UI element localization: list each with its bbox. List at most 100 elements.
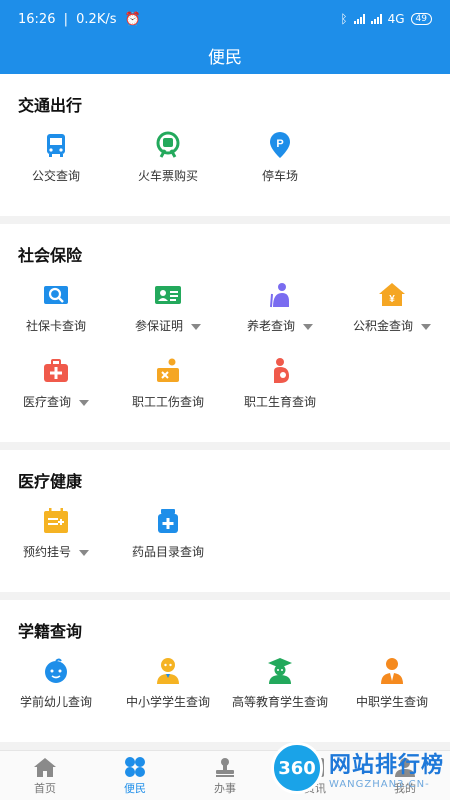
- chevron-down-icon[interactable]: [79, 400, 89, 406]
- service-label: 药品目录查询: [131, 545, 204, 559]
- watermark: 360 网站排行榜 WANGZHAN3.CN-: [270, 742, 444, 794]
- signal-icon-2: [370, 14, 382, 24]
- house-yuan-icon: ¥: [377, 280, 407, 310]
- service-label: 医疗查询: [22, 395, 71, 409]
- content-scroll[interactable]: 交通出行公交查询 火车票购买 P 停车场社会保险社保卡查询 参保证明 养老查询 ¥ 公积金查询…: [0, 74, 450, 750]
- service-label: 职工工伤查询: [131, 395, 204, 409]
- service-item[interactable]: 参保证明: [112, 280, 224, 356]
- service-item[interactable]: 药品目录查询: [112, 506, 224, 582]
- service-label-wrap: 养老查询: [247, 318, 313, 335]
- home-icon: [33, 756, 57, 778]
- chevron-down-icon[interactable]: [191, 324, 201, 330]
- service-label-wrap: 高等教育学生查询: [230, 694, 330, 711]
- service-label-wrap: 医疗查询: [23, 394, 89, 411]
- status-speed: 0.2K/s: [76, 11, 117, 27]
- battery-icon: 49: [410, 13, 432, 25]
- service-label-wrap: 停车场: [262, 168, 298, 185]
- service-label-wrap: 职工工伤查询: [132, 394, 204, 411]
- injury-icon: [153, 356, 183, 386]
- tab-2[interactable]: 办事: [180, 751, 270, 800]
- service-label: 养老查询: [246, 319, 295, 333]
- service-label: 参保证明: [134, 319, 183, 333]
- service-label: 职工生育查询: [243, 395, 316, 409]
- service-item[interactable]: 养老查询: [224, 280, 336, 356]
- service-item[interactable]: P 停车场: [224, 130, 336, 206]
- service-label: 社保卡查询: [25, 319, 86, 333]
- baby-icon: [41, 656, 71, 686]
- medicine-icon: [153, 506, 183, 536]
- service-label: 公交查询: [31, 169, 80, 183]
- section-title: 社会保险: [18, 246, 83, 265]
- section-title: 交通出行: [18, 96, 83, 115]
- watermark-logo: 360: [270, 742, 323, 794]
- watermark-sub: WANGZHAN3.CN-: [328, 778, 430, 790]
- svg-text:P: P: [276, 138, 283, 150]
- stamp-icon: [213, 756, 237, 778]
- section-3: 学籍查询学前幼儿查询 中小学学生查询 高等教育学生查询 中职学生查询: [0, 600, 450, 742]
- card-search-icon: [41, 280, 71, 310]
- alarm-icon: ⏰: [124, 11, 141, 27]
- service-label-wrap: 中职学生查询: [356, 694, 428, 711]
- chevron-down-icon[interactable]: [421, 324, 431, 330]
- train-icon: [153, 130, 183, 160]
- bluetooth-icon: ᛒ: [340, 12, 348, 26]
- svg-text:¥: ¥: [389, 294, 395, 305]
- elderly-icon: [265, 280, 295, 310]
- section-title: 医疗健康: [18, 472, 83, 491]
- service-label-wrap: 学前幼儿查询: [20, 694, 92, 711]
- network-type: 4G: [387, 12, 405, 26]
- service-label-wrap: 公积金查询: [353, 318, 431, 335]
- service-label: 学前幼儿查询: [19, 695, 92, 709]
- service-item[interactable]: 中小学学生查询: [112, 656, 224, 732]
- service-item[interactable]: 职工工伤查询: [112, 356, 224, 432]
- service-item[interactable]: 学前幼儿查询: [0, 656, 112, 732]
- service-grid: 预约挂号 药品目录查询: [0, 506, 450, 582]
- service-label-wrap: 中小学学生查询: [126, 694, 210, 711]
- app-header: 16:26 | 0.2K/s ⏰ ᛒ 4G 49 便民: [0, 0, 450, 74]
- service-item[interactable]: 医疗查询: [0, 356, 112, 432]
- service-label-wrap: 火车票购买: [138, 168, 198, 185]
- service-label: 公积金查询: [352, 319, 413, 333]
- service-label-wrap: 参保证明: [135, 318, 201, 335]
- service-label: 停车场: [261, 169, 298, 183]
- service-item[interactable]: 火车票购买: [112, 130, 224, 206]
- maternity-icon: [265, 356, 295, 386]
- service-label-wrap: 社保卡查询: [26, 318, 86, 335]
- section-2: 医疗健康预约挂号 药品目录查询: [0, 450, 450, 592]
- calendar-icon: [41, 506, 71, 536]
- graduate-icon: [265, 656, 295, 686]
- service-label: 高等教育学生查询: [231, 695, 328, 709]
- chevron-down-icon[interactable]: [303, 324, 313, 330]
- service-label: 火车票购买: [137, 169, 198, 183]
- service-grid: 社保卡查询 参保证明 养老查询 ¥ 公积金查询医疗查询 职工工伤查询 职工生育查询: [0, 280, 450, 432]
- page-title: 便民: [208, 48, 242, 68]
- service-item[interactable]: 中职学生查询: [336, 656, 448, 732]
- service-label: 中小学学生查询: [125, 695, 210, 709]
- status-time: 16:26: [18, 11, 56, 27]
- status-bar: 16:26 | 0.2K/s ⏰ ᛒ 4G 49: [18, 10, 432, 28]
- tab-0[interactable]: 首页: [0, 751, 90, 800]
- service-label-wrap: 公交查询: [32, 168, 80, 185]
- vocational-icon: [377, 656, 407, 686]
- service-item[interactable]: 高等教育学生查询: [224, 656, 336, 732]
- service-item[interactable]: 公交查询: [0, 130, 112, 206]
- section-0: 交通出行公交查询 火车票购买 P 停车场: [0, 74, 450, 216]
- section-title: 学籍查询: [18, 622, 83, 641]
- tab-1[interactable]: 便民: [90, 751, 180, 800]
- watermark-title: 网站排行榜: [328, 752, 444, 778]
- service-label-wrap: 药品目录查询: [132, 544, 204, 561]
- service-item[interactable]: 预约挂号: [0, 506, 112, 582]
- medical-kit-icon: [41, 356, 71, 386]
- bus-icon: [41, 130, 71, 160]
- section-1: 社会保险社保卡查询 参保证明 养老查询 ¥ 公积金查询医疗查询 职工工伤查询 职工生育查询: [0, 224, 450, 442]
- chevron-down-icon[interactable]: [79, 550, 89, 556]
- tab-label: 便民: [124, 781, 146, 795]
- service-grid: 公交查询 火车票购买 P 停车场: [0, 130, 450, 206]
- service-label: 中职学生查询: [355, 695, 428, 709]
- service-grid: 学前幼儿查询 中小学学生查询 高等教育学生查询 中职学生查询: [0, 656, 450, 732]
- student-icon: [153, 656, 183, 686]
- service-item[interactable]: 职工生育查询: [224, 356, 336, 432]
- service-item[interactable]: 社保卡查询: [0, 280, 112, 356]
- service-item[interactable]: ¥ 公积金查询: [336, 280, 448, 356]
- service-label-wrap: 职工生育查询: [244, 394, 316, 411]
